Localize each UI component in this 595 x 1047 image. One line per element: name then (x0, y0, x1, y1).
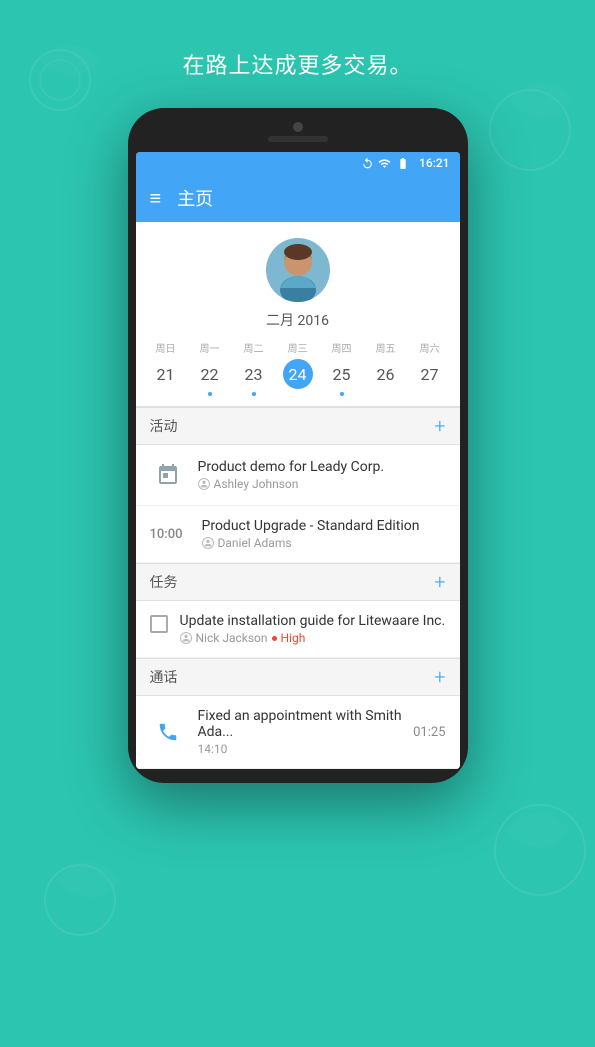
task-liteware-title: Update installation guide for Litewaare … (180, 613, 446, 629)
call-smith-title: Fixed an appointment with Smith Ada... (198, 708, 414, 740)
status-icons: 16:21 (361, 156, 449, 170)
calendar-day-27[interactable]: 周六 27 (412, 340, 448, 396)
cal-dot-24 (296, 392, 300, 396)
call-smith-duration: 01:25 (413, 725, 445, 740)
activities-section-header: 活动 + (136, 407, 460, 445)
priority-dot (272, 636, 277, 641)
app-bar: ≡ 主页 (136, 174, 460, 222)
cal-dot-25 (340, 392, 344, 396)
call-smith-content: Fixed an appointment with Smith Ada... 1… (198, 708, 414, 756)
tasks-section-header: 任务 + (136, 563, 460, 601)
priority-label: High (281, 631, 306, 645)
month-year: 二月 2016 (266, 310, 329, 330)
cal-dot-23 (252, 392, 256, 396)
phone-speaker (268, 136, 328, 142)
calls-section-title: 通话 (150, 667, 178, 687)
phone-device: 16:21 ≡ 主页 (128, 108, 468, 783)
calendar-day-24[interactable]: 周三 24 (280, 340, 316, 396)
activity-item-upgrade[interactable]: 10:00 Product Upgrade - Standard Edition… (136, 506, 460, 563)
activity-item-demo[interactable]: Product demo for Leady Corp. Ashley John… (136, 445, 460, 506)
calendar-day-23[interactable]: 周二 23 (236, 340, 272, 396)
task-liteware-content: Update installation guide for Litewaare … (180, 613, 446, 645)
calendar-day-22[interactable]: 周一 22 (192, 340, 228, 396)
call-smith-time: 14:10 (198, 742, 414, 756)
task-checkbox[interactable] (150, 615, 168, 633)
activity-demo-content: Product demo for Leady Corp. Ashley John… (198, 459, 446, 491)
battery-icon (395, 157, 411, 170)
person-icon (198, 478, 210, 490)
tagline: 在路上达成更多交易。 (182, 48, 412, 80)
task-item-liteware[interactable]: Update installation guide for Litewaare … (136, 601, 460, 658)
person-icon-task (180, 632, 192, 644)
app-bar-title: 主页 (177, 185, 213, 211)
calls-add-button[interactable]: + (434, 667, 445, 687)
phone-top-notch (136, 122, 460, 146)
task-liteware-meta: Nick Jackson High (180, 631, 446, 645)
status-time: 16:21 (419, 156, 449, 170)
calendar-activity-icon (156, 463, 180, 487)
activities-add-button[interactable]: + (434, 416, 445, 436)
activity-upgrade-content: Product Upgrade - Standard Edition Danie… (202, 518, 446, 550)
activity-demo-title: Product demo for Leady Corp. (198, 459, 446, 475)
activity-upgrade-person: Daniel Adams (202, 536, 446, 550)
activity-upgrade-title: Product Upgrade - Standard Edition (202, 518, 446, 534)
status-bar: 16:21 (136, 152, 460, 174)
activity-upgrade-time: 10:00 (150, 527, 190, 542)
rotate-icon (361, 157, 374, 170)
calendar-week: 周日 21 周一 22 周二 23 周三 (136, 340, 460, 396)
person-icon-upgrade (202, 537, 214, 549)
phone-camera (293, 122, 303, 132)
calendar-day-26[interactable]: 周五 26 (368, 340, 404, 396)
calendar-day-25[interactable]: 周四 25 (324, 340, 360, 396)
call-item-smith[interactable]: Fixed an appointment with Smith Ada... 1… (136, 696, 460, 769)
activity-demo-person: Ashley Johnson (198, 477, 446, 491)
calendar-day-21[interactable]: 周日 21 (148, 340, 184, 396)
profile-section: 二月 2016 周日 21 周一 22 周二 23 (136, 222, 460, 407)
call-icon-wrap (150, 714, 186, 750)
tasks-add-button[interactable]: + (434, 572, 445, 592)
calendar-icon-wrap (150, 457, 186, 493)
calls-section-header: 通话 + (136, 658, 460, 696)
hamburger-menu-icon[interactable]: ≡ (150, 186, 162, 211)
cal-dot-22 (208, 392, 212, 396)
avatar[interactable] (266, 238, 330, 302)
phone-call-icon (157, 721, 179, 743)
activities-section-title: 活动 (150, 416, 178, 436)
phone-screen: 16:21 ≡ 主页 (136, 152, 460, 769)
wifi-icon (378, 157, 391, 170)
tasks-section-title: 任务 (150, 572, 178, 592)
